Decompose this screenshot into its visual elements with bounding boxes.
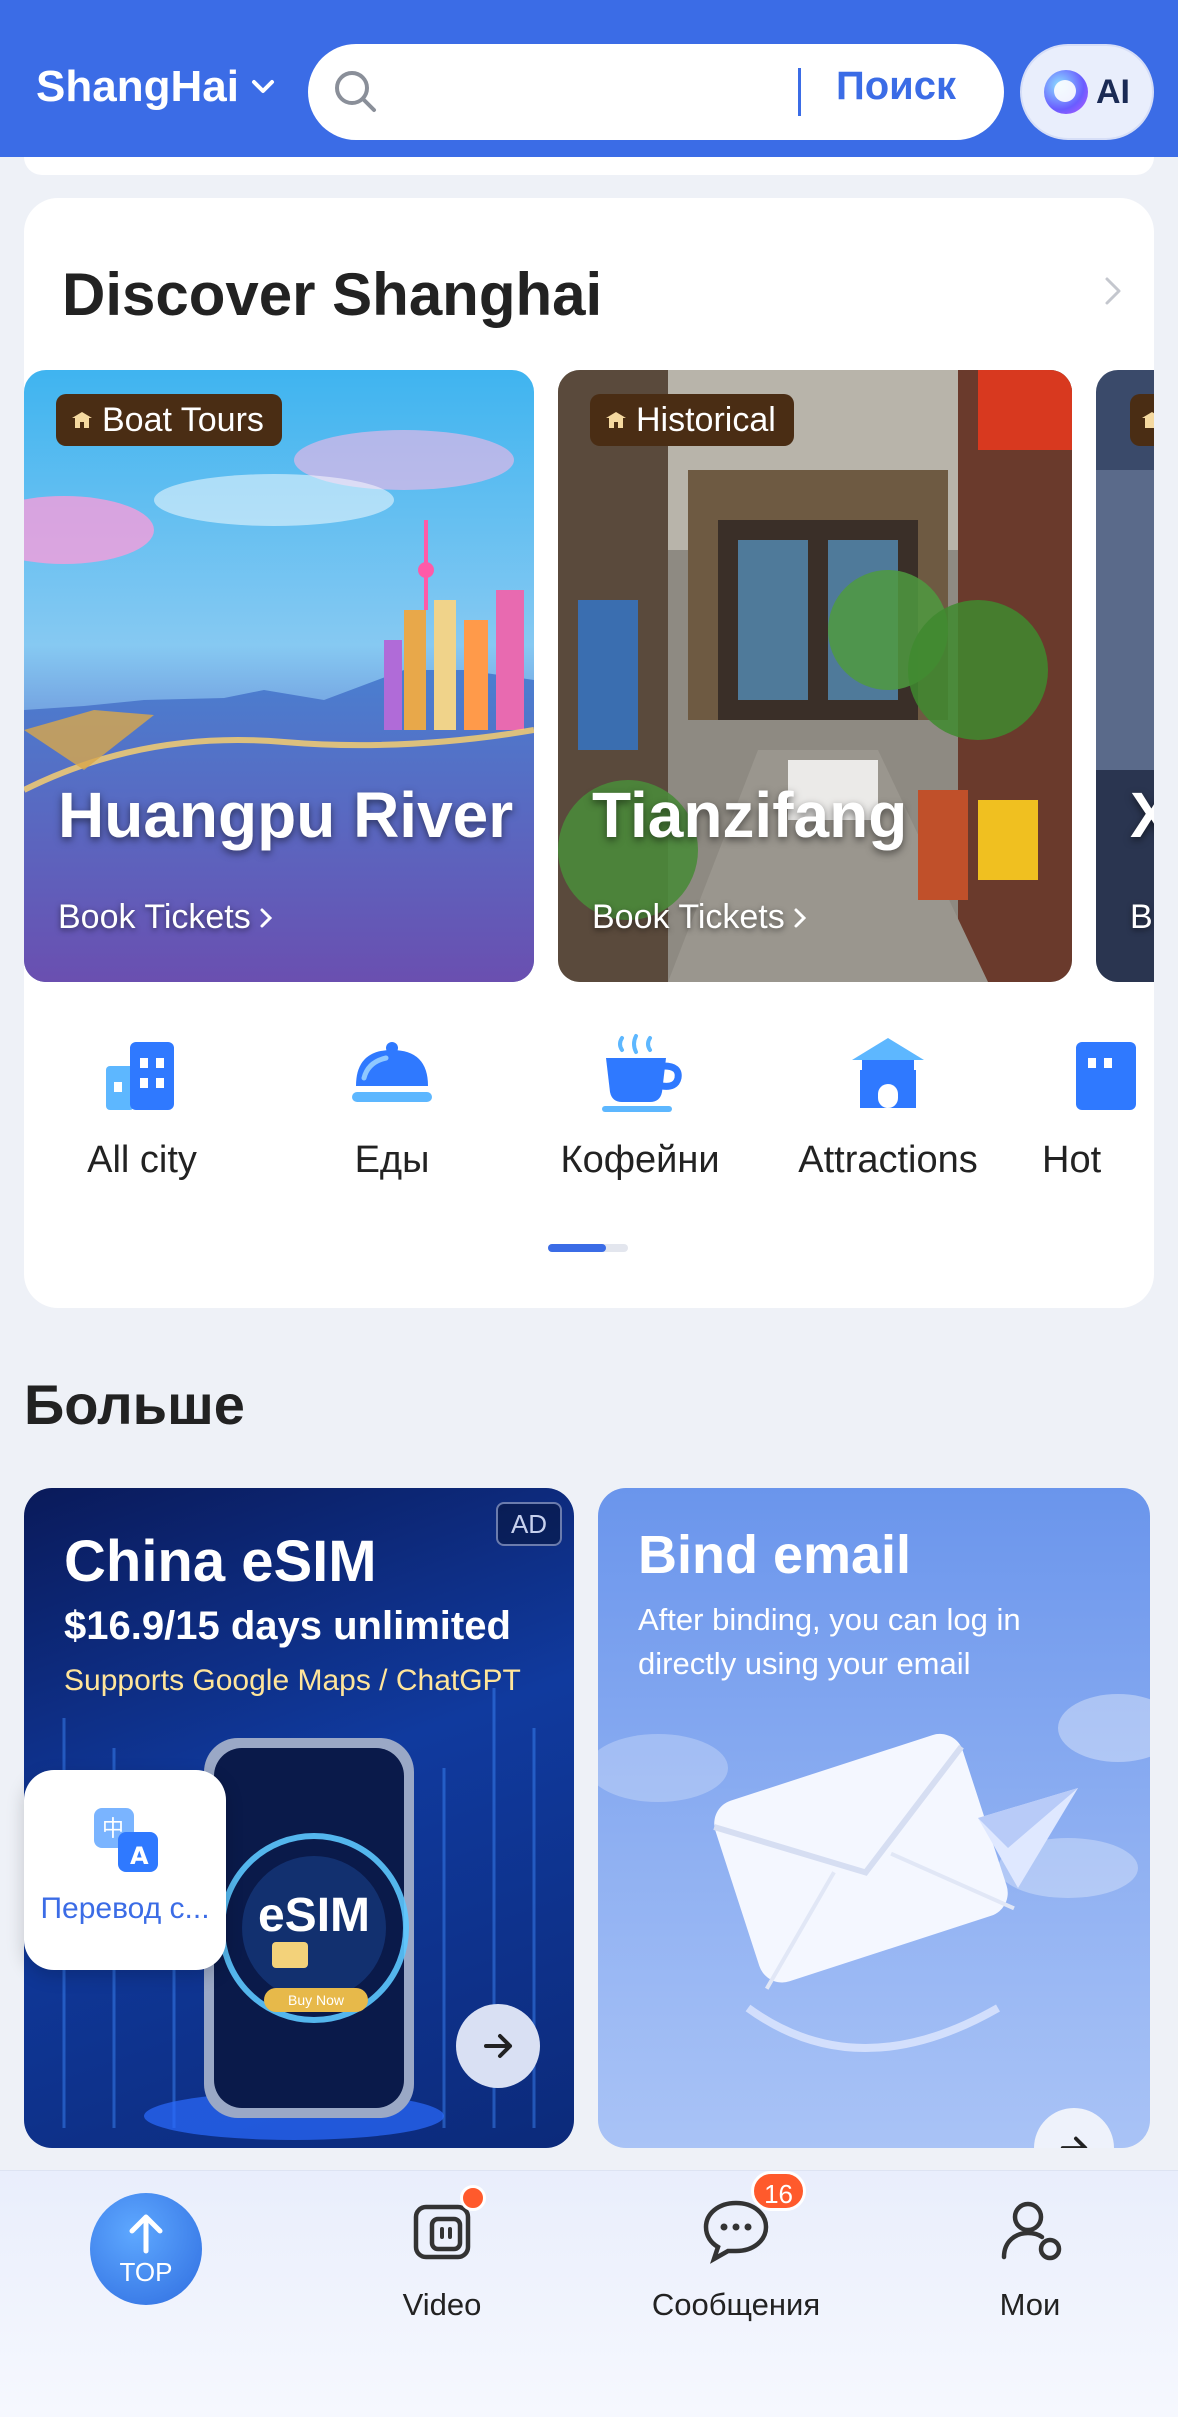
book-tickets-link[interactable]: Book Tickets (58, 898, 275, 937)
search-input[interactable] (398, 64, 798, 120)
sim-chip-icon (272, 1942, 308, 1968)
ad-badge: AD (496, 1502, 562, 1546)
bind-email-card[interactable]: Bind email After binding, you can log in… (598, 1488, 1150, 2148)
book-tickets-label: B (1130, 898, 1153, 936)
search-bar[interactable]: Поиск (308, 44, 1004, 140)
svg-text:中: 中 (102, 1817, 124, 1842)
nav-label: Video (402, 2287, 482, 2322)
category-all-city[interactable]: All city (42, 1028, 242, 1182)
esim-supports: Supports Google Maps / ChatGPT (64, 1664, 521, 1697)
category-label: Еды (354, 1139, 430, 1181)
category-food[interactable]: Еды (292, 1028, 492, 1182)
nav-mine[interactable]: Мои (930, 2193, 1130, 2323)
food-cloche-icon (352, 1042, 432, 1102)
category-label: Кофейни (560, 1139, 720, 1181)
translate-floating-button[interactable]: 中 A Перевод с... (24, 1770, 226, 1970)
category-attractions[interactable]: Attractions (788, 1028, 988, 1182)
ai-assistant-button[interactable]: AI (1020, 44, 1154, 140)
book-tickets-label: Book Tickets (592, 898, 785, 936)
nav-messages[interactable]: 16 Сообщения (636, 2171, 836, 2323)
bind-email-title: Bind email (638, 1525, 912, 1585)
category-cafes[interactable]: Кофейни (540, 1028, 740, 1182)
user-profile-icon (994, 2193, 1066, 2265)
nav-label: Мои (999, 2287, 1061, 2322)
city-selector[interactable]: ShangHai (36, 62, 277, 112)
arrow-up-icon (129, 2214, 163, 2254)
buy-now-pill: Buy Now (264, 1988, 368, 2012)
chat-bubble-icon: 16 (700, 2171, 806, 2265)
video-icon (406, 2185, 486, 2265)
ai-label: AI (1096, 72, 1130, 111)
discover-title: Discover Shanghai (62, 261, 603, 328)
book-tickets-link[interactable]: B (1130, 898, 1153, 937)
chevron-down-icon (251, 80, 274, 93)
book-tickets-link[interactable]: Book Tickets (592, 898, 809, 937)
svg-text:A: A (130, 1842, 149, 1870)
nav-video[interactable]: Video (342, 2185, 542, 2323)
attraction-tile-huangpu[interactable]: Boat Tours Huangpu River Book Tickets (24, 370, 534, 982)
translate-icon: 中 A (94, 1808, 158, 1872)
previous-card-edge (24, 157, 1154, 175)
category-badge: Boat Tours (56, 394, 282, 446)
category-badge (1130, 394, 1154, 446)
ai-orb-icon (1044, 70, 1088, 114)
coffee-cup-icon (602, 1034, 682, 1112)
tile-title: Tianzifang (592, 779, 908, 851)
tile-title: X (1130, 779, 1154, 851)
search-icon (335, 71, 376, 112)
chevron-right-icon[interactable] (1098, 274, 1128, 308)
esim-price: $16.9/15 days unlimited (64, 1604, 511, 1648)
carousel-indicator (548, 1244, 628, 1252)
attraction-image (1096, 370, 1154, 982)
city-buildings-icon (106, 1042, 174, 1110)
arrow-right-icon (484, 2034, 512, 2058)
discover-card: Discover Shanghai Boat Tours Huangpu Riv… (24, 198, 1154, 1308)
pagoda-icon (72, 412, 92, 428)
chevron-right-icon (794, 908, 806, 927)
top-label: TOP (119, 2257, 173, 2287)
search-button[interactable]: Поиск (836, 64, 956, 109)
huangpu-river-image (24, 370, 534, 982)
category-hotels[interactable]: Hot (1036, 1028, 1154, 1182)
hotel-building-icon (1076, 1042, 1136, 1110)
section-title: Больше (24, 1373, 245, 1436)
chevron-right-icon (260, 908, 272, 927)
esim-arrow-button[interactable] (456, 2004, 540, 2088)
scroll-to-top-button[interactable]: TOP (90, 2193, 202, 2305)
tianzifang-image (558, 370, 1072, 982)
message-count-badge: 16 (751, 2171, 806, 2211)
category-row: All city Еды Кофейни Attractions Hot (24, 1028, 1154, 1181)
envelope-illustration (598, 1694, 1150, 2052)
category-label: Attractions (798, 1139, 978, 1181)
bind-email-subtitle: After binding, you can log in directly u… (638, 1602, 1021, 1681)
badge-label: Boat Tours (102, 400, 264, 439)
pagoda-icon (606, 412, 626, 428)
badge-label: Historical (636, 400, 776, 439)
notification-dot (460, 2185, 486, 2211)
category-badge: Historical (590, 394, 794, 446)
esim-title: China eSIM (64, 1529, 377, 1594)
translate-label: Перевод с... (40, 1892, 210, 1925)
pagoda-icon (852, 1038, 924, 1108)
attraction-tile-partial[interactable]: X B (1096, 370, 1154, 982)
esim-chip-label: eSIM (257, 1889, 371, 1942)
city-name: ShangHai (36, 62, 239, 111)
arrow-right-icon (1060, 2136, 1088, 2148)
category-label: All city (87, 1139, 197, 1181)
top-bar: ShangHai Поиск AI (0, 0, 1178, 157)
book-tickets-label: Book Tickets (58, 898, 251, 936)
category-label: Hot (1042, 1139, 1102, 1181)
attraction-tile-tianzifang[interactable]: Historical Tianzifang Book Tickets (558, 370, 1072, 982)
bottom-navigation: TOP Video 16 Сообщения Мои (0, 2170, 1178, 2417)
search-divider (798, 68, 801, 116)
pagoda-icon (1142, 412, 1154, 428)
tile-title: Huangpu River (58, 779, 514, 851)
nav-label: Сообщения (651, 2287, 821, 2322)
